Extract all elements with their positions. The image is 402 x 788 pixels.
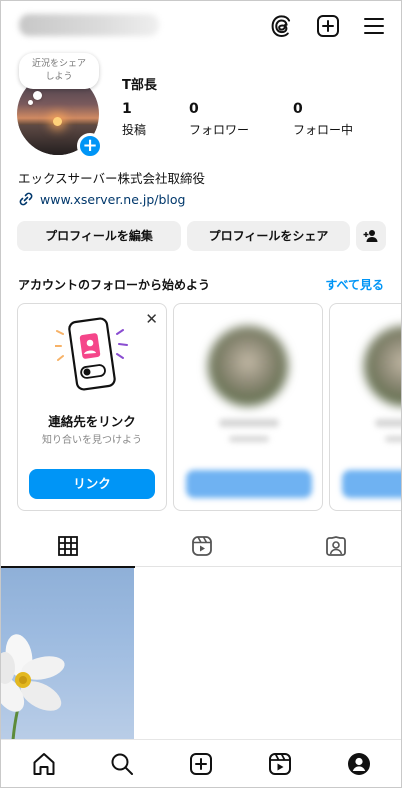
suggested-subtitle <box>385 436 401 442</box>
note-bubble[interactable]: 近況をシェア しよう <box>19 53 99 89</box>
see-all-link[interactable]: すべて見る <box>325 276 384 293</box>
follow-button[interactable] <box>342 470 401 498</box>
note-bubble-tail-small <box>28 100 33 105</box>
profile-icon[interactable] <box>346 751 372 777</box>
profile-tabs <box>1 529 401 568</box>
top-bar <box>1 1 401 51</box>
suggested-account-card[interactable] <box>173 303 323 511</box>
following-count[interactable]: 0 <box>293 101 303 117</box>
bio-text: エックスサーバー株式会社取締役 <box>18 171 206 186</box>
tab-reels[interactable] <box>135 529 269 567</box>
profile-link[interactable]: www.xserver.ne.jp/blog <box>18 191 185 207</box>
bottom-navigation <box>1 739 401 787</box>
share-profile-button[interactable]: プロフィールをシェア <box>187 221 350 251</box>
suggested-name <box>219 419 279 427</box>
suggested-name <box>375 419 401 427</box>
suggested-avatar <box>208 326 288 406</box>
follow-button[interactable] <box>186 470 312 498</box>
reels-icon <box>192 536 212 556</box>
add-person-icon <box>363 230 378 242</box>
followers-label[interactable]: フォロワー <box>189 121 249 138</box>
suggested-subtitle <box>229 436 269 442</box>
suggested-avatar <box>364 326 401 406</box>
threads-icon[interactable] <box>269 13 295 39</box>
add-story-icon[interactable]: + <box>77 133 103 159</box>
note-bubble-tail <box>33 91 42 100</box>
link-contacts-title: 連絡先をリンク <box>48 414 136 429</box>
contacts-phone-icon <box>55 317 128 391</box>
edit-profile-button[interactable]: プロフィールを編集 <box>17 221 181 251</box>
avatar-sun <box>53 117 62 126</box>
reels-icon[interactable] <box>267 751 293 777</box>
profile-screen: 近況をシェア しよう + T部長 1 投稿 0 フォロワー 0 フォロー中 エッ… <box>0 0 402 788</box>
plus-square-icon[interactable] <box>315 13 341 39</box>
note-bubble-line2: しよう <box>45 72 73 82</box>
posts-count[interactable]: 1 <box>122 101 132 117</box>
create-icon[interactable] <box>188 751 214 777</box>
hamburger-menu-icon[interactable] <box>361 13 387 39</box>
search-icon[interactable] <box>109 751 135 777</box>
tab-tagged[interactable] <box>269 529 401 567</box>
tagged-icon <box>326 536 346 556</box>
username-switcher[interactable] <box>19 14 159 36</box>
following-label[interactable]: フォロー中 <box>293 121 353 138</box>
post-thumbnail[interactable] <box>1 568 134 740</box>
suggestions-title: アカウントのフォローから始めよう <box>18 278 211 292</box>
note-bubble-line1: 近況をシェア <box>31 59 86 69</box>
profile-link-text[interactable]: www.xserver.ne.jp/blog <box>40 192 185 207</box>
posts-label[interactable]: 投稿 <box>122 121 146 138</box>
profile-name: T部長 <box>122 78 157 93</box>
grid-icon <box>58 536 78 556</box>
cosmos-flower-image <box>1 634 65 740</box>
link-contacts-subtitle: 知り合いを見つけよう <box>42 435 142 446</box>
link-contacts-button[interactable]: リンク <box>29 469 155 499</box>
discover-people-button[interactable] <box>356 221 386 251</box>
tab-grid[interactable] <box>1 529 135 568</box>
suggested-account-card[interactable] <box>329 303 401 511</box>
close-icon[interactable]: ✕ <box>145 310 158 328</box>
link-icon <box>19 192 33 206</box>
link-contacts-card: ✕ 連絡先をリンク 知り合いを見つけよう リンク <box>17 303 167 511</box>
followers-count[interactable]: 0 <box>189 101 199 117</box>
home-icon[interactable] <box>31 751 57 777</box>
